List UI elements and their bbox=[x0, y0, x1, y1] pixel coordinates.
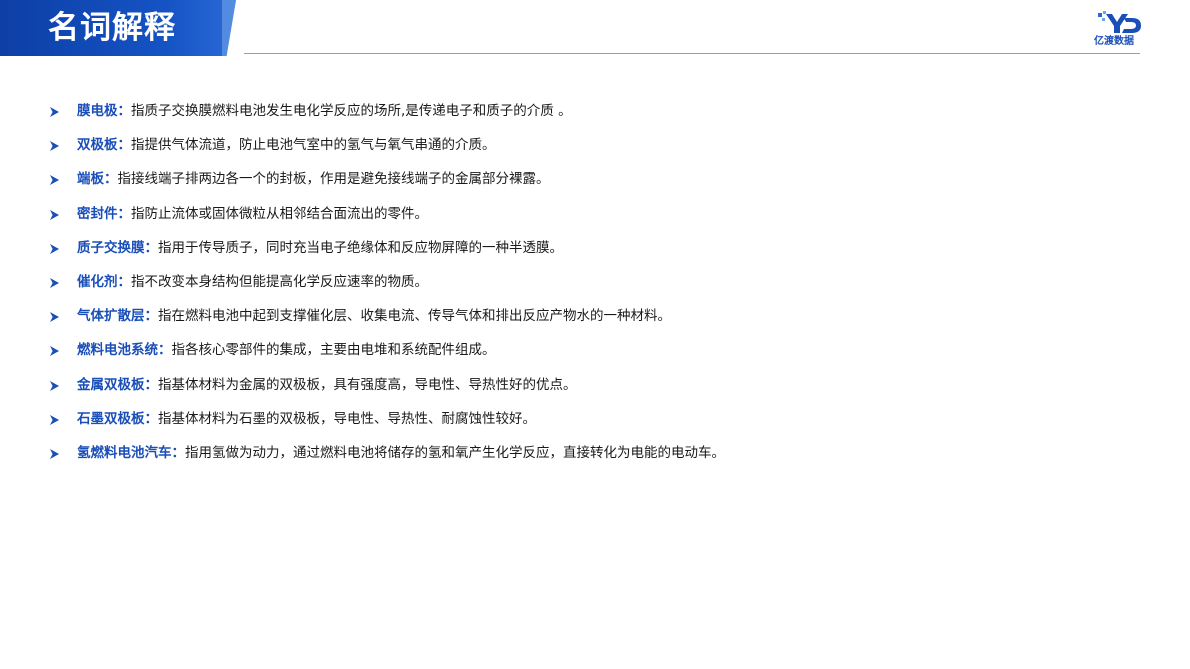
arrowhead-bullet-icon bbox=[50, 448, 59, 459]
arrowhead-bullet-icon bbox=[50, 346, 59, 357]
term-separator: ： bbox=[144, 376, 159, 393]
glossary-item: 燃料电池系统：指各核心零部件的集成，主要由电堆和系统配件组成。 bbox=[48, 335, 1128, 369]
glossary-definition: 指提供气体流道，防止电池气室中的氢气与氧气串通的介质。 bbox=[131, 137, 496, 154]
glossary-definition: 指质子交换膜燃料电池发生电化学反应的场所,是传递电子和质子的介质 。 bbox=[131, 103, 572, 119]
arrowhead-bullet-icon bbox=[50, 175, 59, 186]
logo-mark-icon bbox=[1098, 11, 1141, 33]
arrowhead-bullet-icon bbox=[50, 277, 59, 288]
glossary-definition: 指各核心零部件的集成，主要由电堆和系统配件组成。 bbox=[171, 342, 496, 359]
arrowhead-bullet-icon bbox=[50, 107, 59, 117]
arrowhead-bullet-icon bbox=[50, 380, 59, 391]
glossary-item: 密封件：指防止流体或固体微粒从相邻结合面流出的零件。 bbox=[48, 199, 1128, 233]
arrowhead-bullet-icon bbox=[50, 141, 59, 152]
glossary-item: 端板：指接线端子排两边各一个的封板，作用是避免接线端子的金属部分裸露。 bbox=[48, 164, 1128, 198]
page-title: 名词解释 bbox=[48, 10, 176, 46]
term-separator: ： bbox=[117, 137, 132, 154]
arrowhead-bullet-icon bbox=[50, 209, 59, 220]
glossary-term: 密封件 bbox=[77, 205, 118, 222]
term-separator: ： bbox=[117, 103, 132, 119]
glossary-item: 气体扩散层：指在燃料电池中起到支撑催化层、收集电流、传导气体和排出反应产物水的一… bbox=[48, 301, 1128, 335]
header-divider bbox=[244, 53, 1140, 54]
glossary-definition: 指在燃料电池中起到支撑催化层、收集电流、传导气体和排出反应产物水的一种材料。 bbox=[158, 308, 671, 325]
glossary-term: 金属双极板 bbox=[77, 376, 145, 393]
glossary-term: 氢燃料电池汽车 bbox=[77, 444, 172, 461]
term-separator: ： bbox=[144, 410, 159, 427]
glossary-definition: 指基体材料为石墨的双极板，导电性、导热性、耐腐蚀性较好。 bbox=[158, 410, 536, 427]
logo: 亿渡数据 bbox=[1094, 10, 1146, 50]
glossary-definition: 指不改变本身结构但能提高化学反应速率的物质。 bbox=[131, 273, 428, 290]
glossary-item: 金属双极板：指基体材料为金属的双极板，具有强度高，导电性、导热性好的优点。 bbox=[48, 370, 1128, 404]
glossary-term: 燃料电池系统 bbox=[77, 342, 158, 359]
glossary-item: 质子交换膜：指用于传导质子，同时充当电子绝缘体和反应物屏障的一种半透膜。 bbox=[48, 233, 1128, 267]
arrowhead-bullet-icon bbox=[50, 312, 59, 323]
glossary-term: 膜电极 bbox=[77, 103, 118, 119]
term-separator: ： bbox=[158, 342, 172, 359]
glossary-definition: 指接线端子排两边各一个的封板，作用是避免接线端子的金属部分裸露。 bbox=[117, 171, 550, 188]
term-separator: ： bbox=[144, 308, 159, 325]
glossary-term: 催化剂 bbox=[77, 273, 118, 290]
glossary-definition: 指基体材料为金属的双极板，具有强度高，导电性、导热性好的优点。 bbox=[158, 376, 577, 393]
glossary-list: 膜电极：指质子交换膜燃料电池发生电化学反应的场所,是传递电子和质子的介质 。双极… bbox=[48, 96, 1128, 472]
glossary-term: 质子交换膜 bbox=[77, 239, 145, 256]
glossary-item: 膜电极：指质子交换膜燃料电池发生电化学反应的场所,是传递电子和质子的介质 。 bbox=[48, 96, 1128, 130]
glossary-definition: 指用氢做为动力，通过燃料电池将储存的氢和氧产生化学反应，直接转化为电能的电动车。 bbox=[185, 444, 725, 461]
glossary-item: 催化剂：指不改变本身结构但能提高化学反应速率的物质。 bbox=[48, 267, 1128, 301]
arrowhead-bullet-icon bbox=[50, 243, 59, 254]
term-separator: ： bbox=[171, 444, 186, 461]
glossary-definition: 指防止流体或固体微粒从相邻结合面流出的零件。 bbox=[131, 205, 428, 222]
glossary-definition: 指用于传导质子，同时充当电子绝缘体和反应物屏障的一种半透膜。 bbox=[158, 239, 563, 256]
glossary-term: 双极板 bbox=[77, 137, 118, 154]
glossary-item: 氢燃料电池汽车：指用氢做为动力，通过燃料电池将储存的氢和氧产生化学反应，直接转化… bbox=[48, 438, 1128, 472]
header-band-accent bbox=[222, 0, 236, 56]
term-separator: ： bbox=[144, 239, 159, 256]
term-separator: ： bbox=[104, 171, 118, 188]
glossary-term: 气体扩散层 bbox=[77, 308, 145, 325]
glossary-item: 双极板：指提供气体流道，防止电池气室中的氢气与氧气串通的介质。 bbox=[48, 130, 1128, 164]
term-separator: ： bbox=[117, 205, 132, 222]
glossary-item: 石墨双极板：指基体材料为石墨的双极板，导电性、导热性、耐腐蚀性较好。 bbox=[48, 404, 1128, 438]
arrowhead-bullet-icon bbox=[50, 414, 59, 425]
term-separator: ： bbox=[117, 273, 132, 290]
glossary-term: 端板 bbox=[77, 171, 104, 188]
glossary-term: 石墨双极板 bbox=[77, 410, 145, 427]
logo-text: 亿渡数据 bbox=[1094, 36, 1134, 47]
